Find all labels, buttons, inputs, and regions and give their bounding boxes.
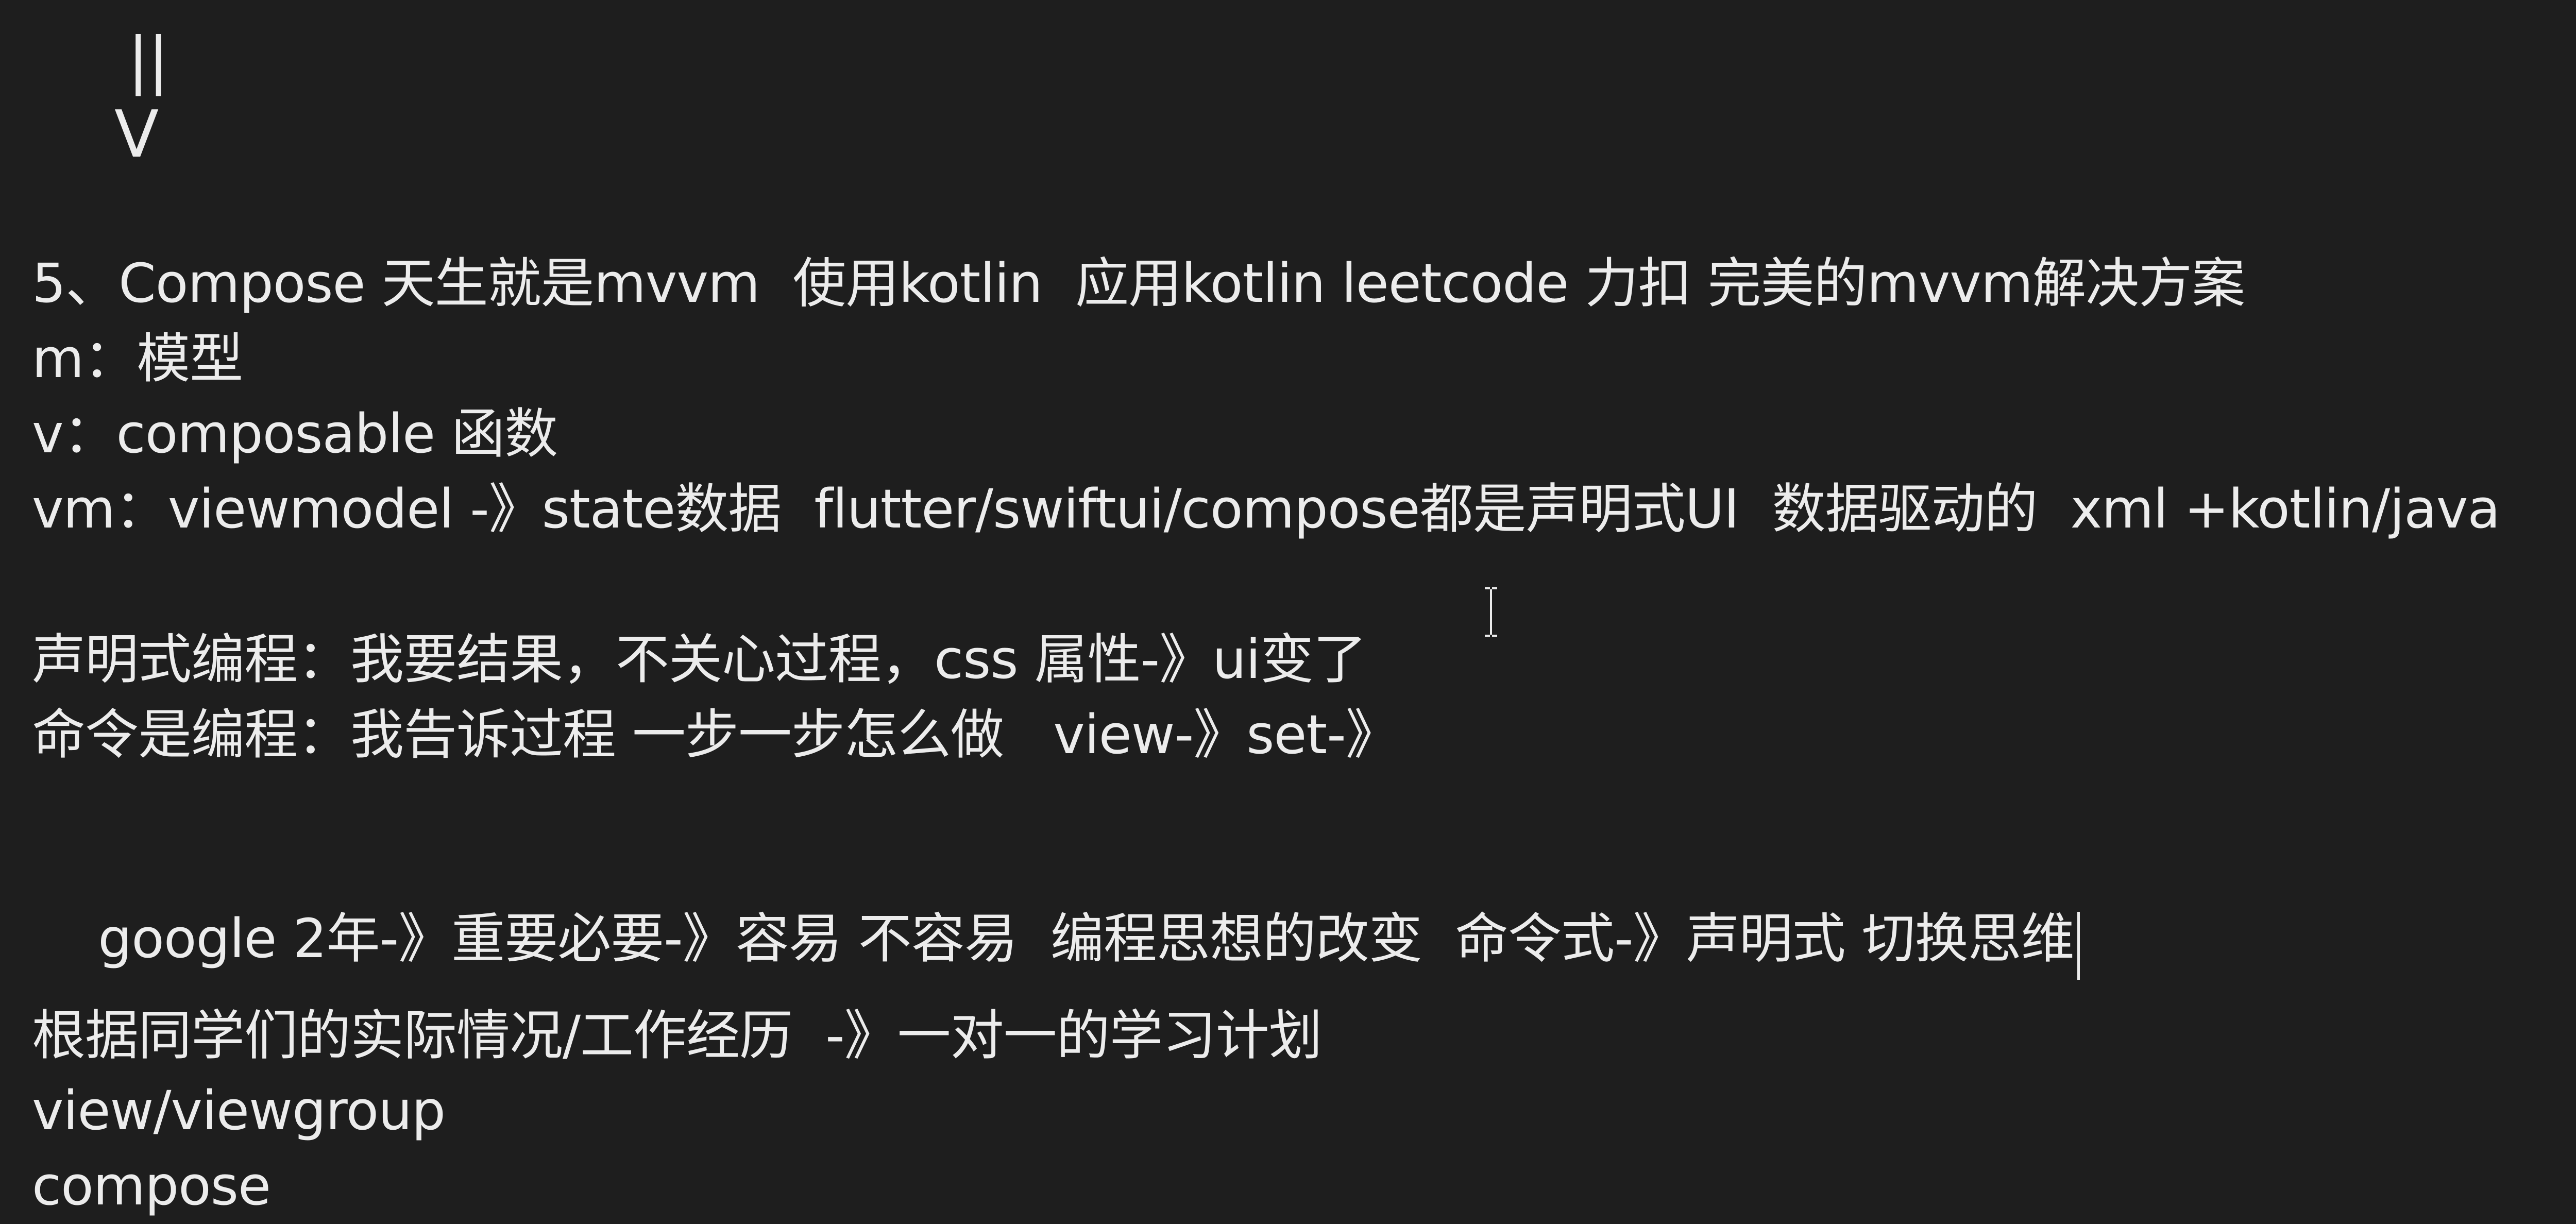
text-line-view: v：composable 函数 — [32, 402, 558, 465]
text-cursor-ibeam-icon — [1485, 587, 1497, 637]
arrow-shaft-line: || — [128, 25, 169, 96]
text-editor[interactable]: || V 5、Compose 天生就是mvvm 使用kotlin 应用kotli… — [0, 0, 2576, 1224]
text-line-google: google 2年-》重要必要-》容易 不容易 编程思想的改变 命令式-》声明式… — [32, 858, 2080, 1019]
text-line-viewgroup: view/viewgroup — [32, 1079, 446, 1142]
text-line-viewmodel: vm：viewmodel -》state数据 flutter/swiftui/c… — [32, 478, 2500, 540]
text-line-declarative: 声明式编程：我要结果，不关心过程，css 属性-》ui变了 — [32, 628, 1367, 691]
arrow-head-line: V — [114, 96, 159, 172]
text-line-imperative: 命令是编程：我告诉过程 一步一步怎么做 view-》set-》 — [32, 703, 1399, 766]
text-line-compose-mvvm: 5、Compose 天生就是mvvm 使用kotlin 应用kotlin lee… — [32, 252, 2245, 315]
text-line-google-content: google 2年-》重要必要-》容易 不容易 编程思想的改变 命令式-》声明式… — [98, 907, 2074, 970]
text-line-compose: compose — [32, 1154, 271, 1217]
text-line-model: m：模型 — [32, 327, 243, 390]
text-caret-icon — [2077, 912, 2080, 980]
text-line-learning-plan: 根据同学们的实际情况/工作经历 -》一对一的学习计划 — [32, 1004, 1323, 1067]
